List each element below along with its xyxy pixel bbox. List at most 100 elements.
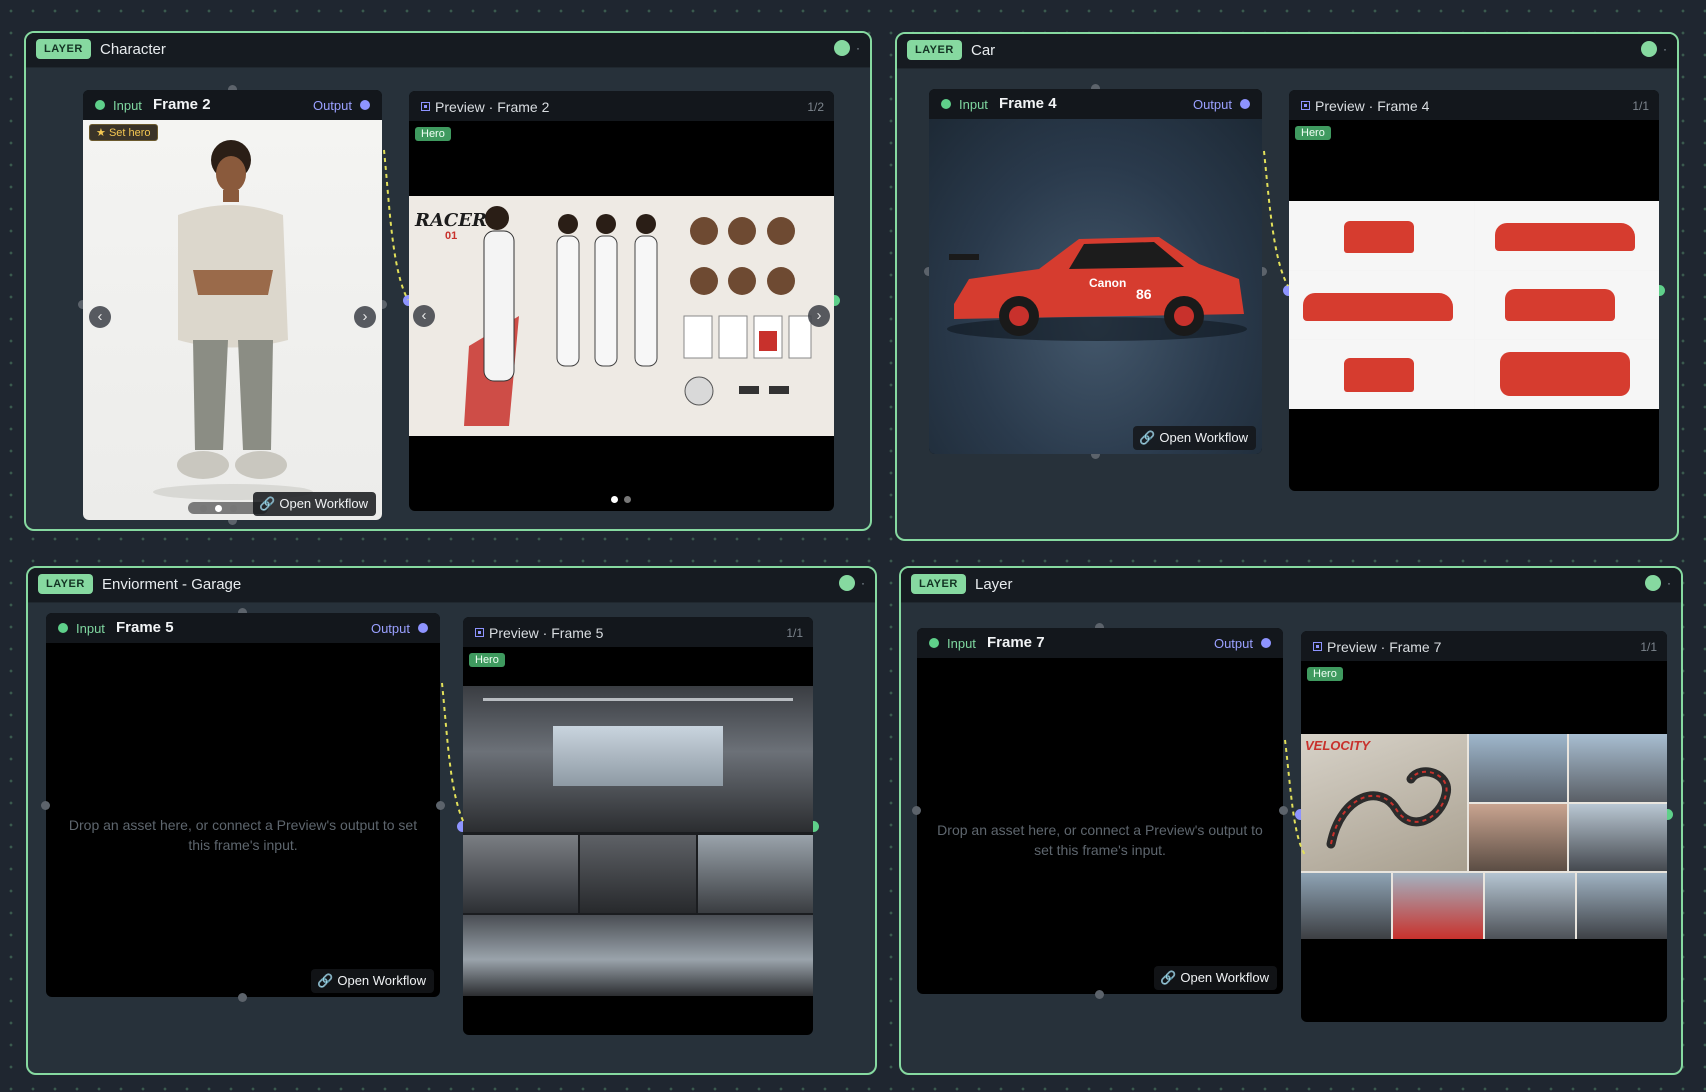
preview-header: Preview · Frame 7 1/1: [1301, 631, 1667, 661]
preview-title: Preview · Frame 4: [1315, 98, 1430, 114]
drop-zone[interactable]: Drop an asset here, or connect a Preview…: [917, 658, 1283, 994]
car-view: [1474, 270, 1659, 340]
preview-body: Hero: [1289, 120, 1659, 491]
car-view: [1289, 270, 1474, 340]
chevron-left-icon[interactable]: ‹: [413, 305, 435, 327]
output-dot[interactable]: [1261, 638, 1271, 648]
layer-menu-icon[interactable]: ·: [1663, 41, 1667, 57]
frame-name: Frame 7: [987, 634, 1045, 651]
layer-environment-garage[interactable]: LAYER Enviorment - Garage · Input Frame …: [26, 566, 877, 1075]
layer-menu-icon[interactable]: ·: [1667, 575, 1671, 591]
preview-icon: [1301, 101, 1310, 110]
frame-header: Input Frame 5 Output: [46, 613, 440, 643]
garage-thumb-row: [463, 835, 813, 913]
set-hero-label: Set hero: [108, 127, 151, 139]
preview-body: Hero RACER 01 ‹ ›: [409, 121, 834, 511]
preview-header: Preview · Frame 2 1/2: [409, 91, 834, 121]
track-sheet-image: VELOCITY: [1301, 734, 1667, 939]
input-dot[interactable]: [95, 100, 105, 110]
preview-frame[interactable]: Preview · Frame 7 1/1 Hero VELOCITY: [1295, 631, 1673, 1022]
preview-title: Preview · Frame 2: [435, 99, 550, 115]
layer-title: Car: [971, 42, 996, 59]
preview-count: 1/1: [1632, 99, 1649, 113]
car-view: [1474, 201, 1659, 270]
hero-badge: Hero: [1295, 126, 1331, 140]
open-workflow-label: Open Workflow: [279, 496, 368, 511]
output-dot[interactable]: [360, 100, 370, 110]
open-workflow-label: Open Workflow: [1159, 430, 1248, 445]
output-dot[interactable]: [418, 623, 428, 633]
layer-header[interactable]: LAYER Layer ·: [901, 568, 1681, 603]
input-dot[interactable]: [58, 623, 68, 633]
preview-count: 1/2: [807, 100, 824, 114]
input-frame[interactable]: Input Frame 2 Output ★ Set hero ‹ › 🔗 Op…: [78, 85, 387, 525]
preview-frame[interactable]: Preview · Frame 5 1/1 Hero: [457, 617, 819, 1035]
layer-badge: LAYER: [38, 574, 93, 594]
preview-frame[interactable]: Preview · Frame 4 1/1 Hero: [1283, 90, 1665, 491]
link-icon: 🔗: [1160, 970, 1177, 985]
chevron-left-icon[interactable]: ‹: [89, 306, 111, 328]
layer-car[interactable]: LAYER Car · Input Frame 4 Output Canon 8…: [895, 32, 1679, 541]
garage-wide-view: [463, 915, 813, 996]
preview-icon: [1313, 642, 1322, 651]
open-workflow-button[interactable]: 🔗 Open Workflow: [1154, 966, 1277, 990]
layer-header[interactable]: LAYER Car ·: [897, 34, 1677, 69]
layer-menu-icon[interactable]: ·: [856, 40, 860, 56]
open-workflow-label: Open Workflow: [337, 973, 426, 988]
preview-frame[interactable]: Preview · Frame 2 1/2 Hero RACER 01 ‹ ›: [403, 91, 840, 511]
set-hero-button[interactable]: ★ Set hero: [89, 124, 158, 141]
layer-status-dot[interactable]: [839, 575, 855, 591]
chevron-right-icon[interactable]: ›: [354, 306, 376, 328]
layer-header[interactable]: LAYER Character ·: [26, 33, 870, 68]
page-dot-active[interactable]: [611, 496, 618, 503]
car-turnaround-sheet: [1289, 201, 1659, 409]
car-image: Canon 86 🔗 Open Workflow: [929, 119, 1262, 454]
preview-icon: [421, 102, 430, 111]
character-sheet-image: RACER 01: [409, 196, 834, 436]
open-workflow-button[interactable]: 🔗 Open Workflow: [1133, 426, 1256, 450]
layer-title: Character: [100, 41, 166, 58]
frame-header: Input Frame 4 Output: [929, 89, 1262, 119]
character-illustration: [153, 140, 313, 500]
frame-name: Frame 2: [153, 96, 211, 113]
carousel-dot[interactable]: [215, 505, 222, 512]
hero-badge: Hero: [415, 127, 451, 141]
preview-header: Preview · Frame 4 1/1: [1289, 90, 1659, 120]
layer-status-dot[interactable]: [834, 40, 850, 56]
link-icon: 🔗: [1139, 430, 1156, 445]
layer-character[interactable]: LAYER Character · Input Frame 2 Output ★…: [24, 31, 872, 531]
layer-track[interactable]: LAYER Layer · Input Frame 7 Output Drop …: [899, 566, 1683, 1075]
track-thumbs-right: [1469, 734, 1667, 871]
garage-main-view: [463, 686, 813, 832]
hero-badge: Hero: [469, 653, 505, 667]
output-dot[interactable]: [1240, 99, 1250, 109]
layer-badge: LAYER: [911, 574, 966, 594]
open-workflow-button[interactable]: 🔗 Open Workflow: [311, 969, 434, 993]
layer-header[interactable]: LAYER Enviorment - Garage ·: [28, 568, 875, 603]
drop-zone[interactable]: Drop an asset here, or connect a Preview…: [46, 643, 440, 997]
input-label: Input: [947, 636, 976, 651]
input-frame[interactable]: Input Frame 5 Output Drop an asset here,…: [41, 608, 445, 1002]
carousel-dot[interactable]: [200, 505, 207, 512]
input-frame[interactable]: Input Frame 7 Output Drop an asset here,…: [912, 623, 1288, 999]
frame-header: Input Frame 2 Output: [83, 90, 382, 120]
sheet-number: 01: [445, 230, 458, 242]
hero-badge: Hero: [1307, 667, 1343, 681]
drop-placeholder: Drop an asset here, or connect a Preview…: [68, 817, 418, 853]
output-label: Output: [370, 621, 410, 636]
input-dot[interactable]: [941, 99, 951, 109]
chevron-right-icon[interactable]: ›: [808, 305, 830, 327]
track-logo: VELOCITY: [1305, 738, 1371, 753]
layer-menu-icon[interactable]: ·: [861, 575, 865, 591]
input-frame[interactable]: Input Frame 4 Output Canon 86 🔗 Open Work…: [924, 84, 1267, 459]
page-dot[interactable]: [624, 496, 631, 503]
layer-status-dot[interactable]: [1641, 41, 1657, 57]
layer-status-dot[interactable]: [1645, 575, 1661, 591]
input-dot[interactable]: [929, 638, 939, 648]
link-icon: 🔗: [317, 973, 334, 988]
track-map: VELOCITY: [1301, 734, 1467, 871]
sheet-illustration: [464, 206, 812, 426]
carousel-dot[interactable]: [230, 505, 237, 512]
open-workflow-button[interactable]: 🔗 Open Workflow: [253, 492, 376, 516]
sheet-logo: RACER: [415, 210, 487, 231]
